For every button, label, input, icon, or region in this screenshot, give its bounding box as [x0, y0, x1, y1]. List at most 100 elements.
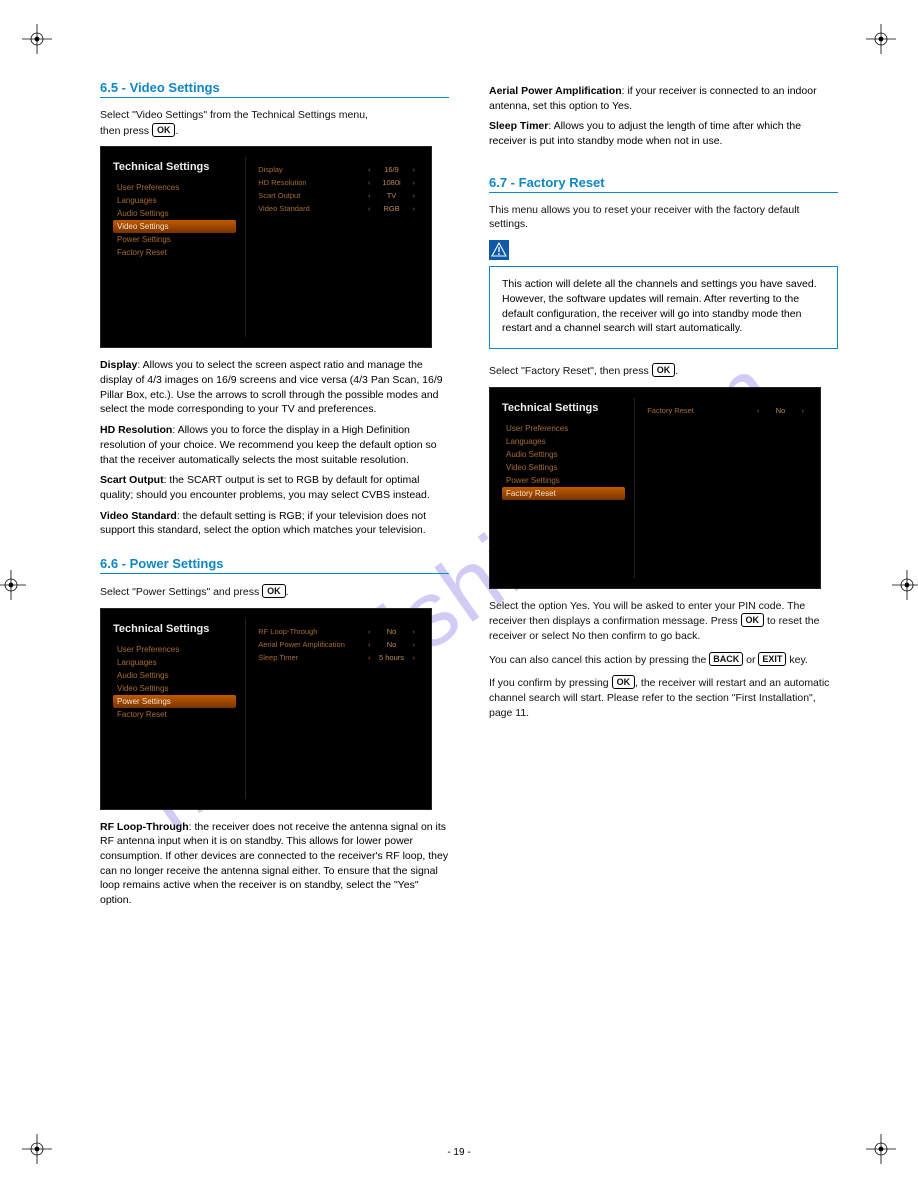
text: You can also cancel this action by press…	[489, 654, 709, 666]
warning-text: This action will delete all the channels…	[502, 277, 825, 336]
option-value: 1080i	[375, 178, 409, 187]
chevron-left-icon: ‹	[364, 640, 375, 649]
menu-item: Factory Reset	[113, 708, 236, 721]
text: Select "Power Settings" and press	[100, 586, 262, 598]
chevron-right-icon: ›	[409, 640, 420, 649]
option-value: No	[375, 627, 409, 636]
display-label: Display	[100, 359, 137, 371]
vstd-label: Video Standard	[100, 510, 177, 522]
menu-item: Power Settings	[113, 233, 236, 246]
menu-item: Languages	[502, 435, 625, 448]
option-label: Display	[258, 165, 364, 174]
menu-item: Audio Settings	[502, 448, 625, 461]
option-label: HD Resolution	[258, 178, 364, 187]
option-row: Factory Reset‹No›	[645, 404, 810, 417]
menu-list: User PreferencesLanguagesAudio SettingsV…	[113, 181, 236, 259]
text: .	[286, 586, 289, 598]
ok-key-icon: OK	[612, 675, 636, 689]
menu-item: Power Settings	[113, 695, 236, 708]
video-settings-intro: Select "Video Settings" from the Technic…	[100, 108, 449, 138]
section-title-power-settings: 6.6 - Power Settings	[100, 556, 449, 571]
option-row: Video Standard‹RGB›	[256, 202, 421, 215]
print-registration-icon	[0, 570, 26, 600]
rf-label: RF Loop-Through	[100, 821, 189, 833]
display-description: Display: Allows you to select the screen…	[100, 358, 449, 417]
chevron-right-icon: ›	[409, 204, 420, 213]
option-row: Scart Output‹TV›	[256, 189, 421, 202]
option-label: Factory Reset	[647, 406, 753, 415]
print-registration-icon	[866, 24, 896, 54]
option-label: Scart Output	[258, 191, 364, 200]
option-label: RF Loop-Through	[258, 627, 364, 636]
chevron-left-icon: ‹	[364, 165, 375, 174]
menu-item: Audio Settings	[113, 207, 236, 220]
option-label: Sleep Timer	[258, 653, 364, 662]
back-key-icon: BACK	[709, 652, 743, 666]
warning-icon	[489, 240, 509, 260]
option-row: Aerial Power Amplification‹No›	[256, 638, 421, 651]
option-label: Video Standard	[258, 204, 364, 213]
chevron-right-icon: ›	[409, 165, 420, 174]
menu-list: User PreferencesLanguagesAudio SettingsV…	[113, 643, 236, 721]
left-column: 6.5 - Video Settings Select "Video Setti…	[100, 80, 449, 1128]
option-value: 5 hours	[375, 653, 409, 662]
ok-key-icon: OK	[741, 613, 765, 627]
chevron-right-icon: ›	[409, 627, 420, 636]
section-rule	[100, 97, 449, 98]
menu-item: User Preferences	[113, 643, 236, 656]
factory-reset-intro: Select "Factory Reset", then press OK.	[489, 363, 838, 379]
ok-key-icon: OK	[262, 584, 286, 598]
option-value: 16/9	[375, 165, 409, 174]
rf-description: RF Loop-Through: the receiver does not r…	[100, 820, 449, 908]
screenshot-side-panel: Technical Settings User PreferencesLangu…	[101, 147, 246, 347]
section-rule	[489, 192, 838, 193]
power-settings-intro: Select "Power Settings" and press OK.	[100, 584, 449, 600]
menu-item: Languages	[113, 194, 236, 207]
panel-title: Technical Settings	[113, 623, 236, 635]
menu-item: User Preferences	[502, 422, 625, 435]
option-value: No	[764, 406, 798, 415]
text: then press	[100, 125, 152, 137]
text: key.	[786, 654, 807, 666]
menu-item: Video Settings	[113, 682, 236, 695]
sleep-label: Sleep Timer	[489, 120, 548, 132]
text: or	[743, 654, 758, 666]
menu-item: Video Settings	[502, 461, 625, 474]
screenshot-power-settings: Technical Settings User PreferencesLangu…	[100, 608, 432, 810]
chevron-left-icon: ‹	[364, 653, 375, 662]
screenshot-side-panel: Technical Settings User PreferencesLangu…	[101, 609, 246, 809]
after-text-1: Select the option Yes. You will be asked…	[489, 599, 838, 644]
text: : Allows you to select the screen aspect…	[100, 359, 443, 415]
exit-key-icon: EXIT	[758, 652, 786, 666]
menu-item: Factory Reset	[502, 487, 625, 500]
screenshot-options-panel: Factory Reset‹No›	[635, 388, 820, 588]
warning-box: This action will delete all the channels…	[489, 266, 838, 349]
scart-label: Scart Output	[100, 474, 164, 486]
chevron-left-icon: ‹	[364, 627, 375, 636]
panel-title: Technical Settings	[113, 161, 236, 173]
section-title-factory-reset: 6.7 - Factory Reset	[489, 175, 838, 190]
ok-key-icon: OK	[152, 123, 176, 137]
text: Select "Video Settings" from the Technic…	[100, 109, 368, 121]
option-row: Sleep Timer‹5 hours›	[256, 651, 421, 664]
ok-key-icon: OK	[652, 363, 676, 377]
option-value: No	[375, 640, 409, 649]
text: .	[675, 365, 678, 377]
chevron-left-icon: ‹	[753, 406, 764, 415]
menu-item: Factory Reset	[113, 246, 236, 259]
apa-description: Aerial Power Amplification: if your rece…	[489, 84, 838, 113]
apa-label: Aerial Power Amplification	[489, 85, 622, 97]
factory-reset-lead: This menu allows you to reset your recei…	[489, 203, 838, 232]
option-label: Aerial Power Amplification	[258, 640, 364, 649]
after-text-2: You can also cancel this action by press…	[489, 652, 838, 668]
menu-item: User Preferences	[113, 181, 236, 194]
print-registration-icon	[892, 570, 918, 600]
chevron-right-icon: ›	[409, 653, 420, 662]
option-value: TV	[375, 191, 409, 200]
chevron-right-icon: ›	[798, 406, 809, 415]
chevron-right-icon: ›	[409, 191, 420, 200]
chevron-left-icon: ‹	[364, 204, 375, 213]
text: Select "Factory Reset", then press	[489, 365, 652, 377]
option-row: HD Resolution‹1080i›	[256, 176, 421, 189]
screenshot-video-settings: Technical Settings User PreferencesLangu…	[100, 146, 432, 348]
